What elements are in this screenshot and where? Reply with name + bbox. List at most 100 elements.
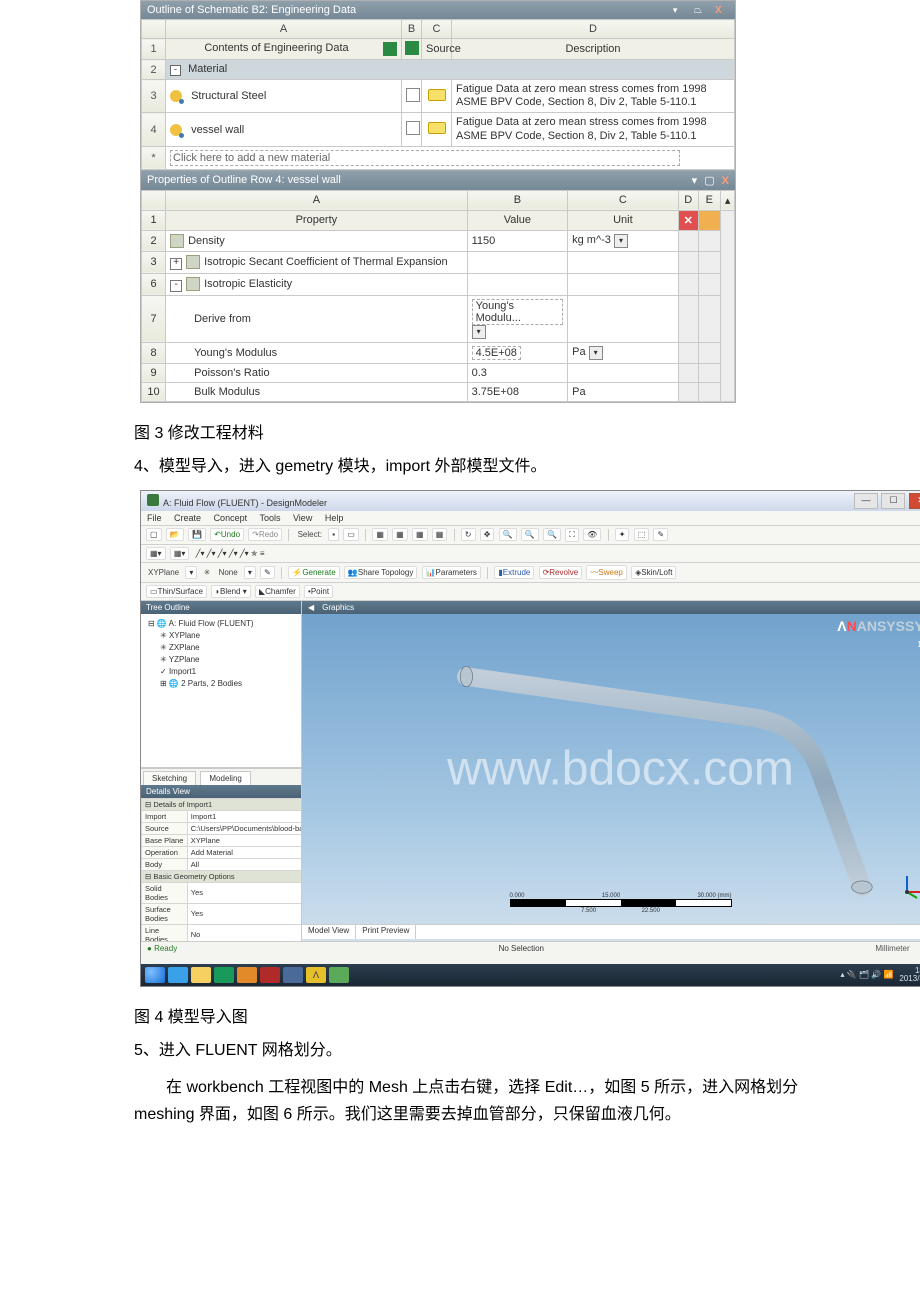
- filter-icon[interactable]: ▦: [432, 528, 448, 541]
- restore-icon[interactable]: [704, 174, 714, 187]
- table-row[interactable]: 2 Density 1150 kg m^-3 ▾: [142, 230, 735, 251]
- filter-icon[interactable]: ▦: [392, 528, 408, 541]
- rotate-icon[interactable]: ↻: [461, 528, 476, 541]
- density-value[interactable]: 1150: [467, 230, 568, 251]
- menu-tools[interactable]: Tools: [259, 513, 280, 523]
- param-amber-icon[interactable]: [698, 210, 720, 230]
- scroll-up-icon[interactable]: ▴: [720, 190, 734, 210]
- plane-select[interactable]: XYPlane: [148, 568, 179, 577]
- look-icon[interactable]: 👁: [583, 528, 601, 541]
- graphics-viewport[interactable]: ◀ Graphics www.bdocx.com: [302, 601, 920, 941]
- pcol-b[interactable]: B: [467, 190, 568, 210]
- menu-file[interactable]: File: [147, 513, 162, 523]
- tab-sketching[interactable]: Sketching: [143, 771, 196, 785]
- select-point-icon[interactable]: ▪: [328, 528, 339, 541]
- dropdown-icon[interactable]: [692, 174, 698, 187]
- bm-value[interactable]: 3.75E+08: [467, 382, 568, 401]
- material-wall[interactable]: vessel wall: [191, 124, 244, 136]
- param-x-icon[interactable]: ✕: [678, 210, 698, 230]
- taskbar-app-icon[interactable]: [283, 967, 303, 983]
- dropdown-icon[interactable]: [673, 4, 687, 16]
- dropdown-icon[interactable]: ▾: [472, 325, 486, 339]
- col-b[interactable]: B: [402, 20, 422, 39]
- sketch-icon[interactable]: ✎: [260, 566, 275, 579]
- minimize-button[interactable]: —: [854, 493, 878, 509]
- derive-value[interactable]: Young's Modulu...: [472, 299, 564, 325]
- redo-icon[interactable]: ↷Redo: [248, 528, 282, 541]
- thin-button[interactable]: ▭Thin/Surface: [146, 585, 207, 598]
- book-icon[interactable]: [428, 122, 446, 134]
- misc-icon[interactable]: ✎: [653, 528, 668, 541]
- table-row[interactable]: 7 Derive from Young's Modulu... ▾: [142, 295, 735, 342]
- sweep-button[interactable]: 〰Sweep: [586, 565, 626, 580]
- fit-icon[interactable]: ⛶: [565, 528, 579, 542]
- save-icon[interactable]: 💾: [188, 528, 206, 541]
- share-topology-button[interactable]: 👥Share Topology: [344, 566, 417, 579]
- system-tray[interactable]: ▴ 🔌 🗂 🔊 📶 18:12 2013/3/25: [840, 967, 920, 983]
- zoom-icon[interactable]: 🔍: [499, 528, 517, 541]
- close-button[interactable]: ✕: [909, 493, 920, 509]
- taskbar-ie-icon[interactable]: [168, 967, 188, 983]
- menu-help[interactable]: Help: [325, 513, 344, 523]
- maximize-button[interactable]: ☐: [881, 493, 905, 509]
- collapse-icon[interactable]: -: [170, 280, 182, 292]
- sync-icon[interactable]: [405, 41, 419, 55]
- tree-node-xy[interactable]: ✳ XYPlane: [146, 630, 296, 642]
- table-row[interactable]: 4 vessel wall Fatigue Data at zero mean …: [142, 113, 735, 146]
- zoom-icon[interactable]: 🔍: [521, 528, 539, 541]
- chamfer-button[interactable]: ◣Chamfer: [255, 585, 300, 598]
- undo-icon[interactable]: ↶Undo: [210, 528, 244, 541]
- triad-icon[interactable]: [899, 870, 920, 900]
- misc-icon[interactable]: ✦: [615, 528, 630, 541]
- menu-concept[interactable]: Concept: [214, 513, 248, 523]
- misc-icon[interactable]: ⬚: [634, 528, 650, 541]
- material-group[interactable]: - Material: [166, 60, 735, 80]
- tab-print-preview[interactable]: Print Preview: [356, 925, 416, 939]
- add-material-input[interactable]: [170, 150, 680, 166]
- checkbox[interactable]: [406, 121, 420, 135]
- pr-value[interactable]: 0.3: [467, 363, 568, 382]
- dropdown-icon[interactable]: ▾: [185, 566, 197, 579]
- pcol-a[interactable]: A: [166, 190, 468, 210]
- generate-button[interactable]: ⚡Generate: [288, 566, 339, 579]
- plane-icon[interactable]: ▦▾: [146, 547, 166, 560]
- table-row[interactable]: 9 Poisson's Ratio 0.3: [142, 363, 735, 382]
- expand-icon[interactable]: +: [170, 258, 182, 270]
- ym-value[interactable]: 4.5E+08: [472, 346, 521, 360]
- revolve-button[interactable]: ⟳Revolve: [539, 566, 583, 579]
- sketch-select[interactable]: None: [219, 568, 238, 577]
- table-row[interactable]: 3 +Isotropic Secant Coefficient of Therm…: [142, 251, 735, 273]
- select-box-icon[interactable]: ▭: [343, 528, 359, 541]
- dropdown-icon[interactable]: ▾: [244, 566, 256, 579]
- col-d[interactable]: D: [452, 20, 735, 39]
- table-row[interactable]: 3 Structural Steel Fatigue Data at zero …: [142, 80, 735, 113]
- filter-icon[interactable]: ▦: [412, 528, 428, 541]
- taskbar-app-icon[interactable]: [329, 967, 349, 983]
- col-a[interactable]: A: [166, 20, 402, 39]
- close-icon[interactable]: [715, 4, 729, 16]
- tray-icons[interactable]: ▴ 🔌 🗂 🔊 📶: [840, 970, 893, 979]
- new-icon[interactable]: ▢: [146, 528, 162, 541]
- scrollbar[interactable]: [720, 210, 734, 401]
- tree-root[interactable]: ⊟ 🌐 A: Fluid Flow (FLUENT): [146, 618, 296, 630]
- point-button[interactable]: •Point: [304, 585, 333, 598]
- taskbar-app-icon[interactable]: [214, 967, 234, 983]
- pcol-c[interactable]: C: [568, 190, 679, 210]
- unit-dropdown-icon[interactable]: ▾: [589, 346, 603, 360]
- checkbox[interactable]: [406, 88, 420, 102]
- close-icon[interactable]: [722, 175, 729, 187]
- table-row[interactable]: 10 Bulk Modulus 3.75E+08 Pa: [142, 382, 735, 401]
- tab-model-view[interactable]: Model View: [302, 925, 356, 939]
- col-c[interactable]: C: [422, 20, 452, 39]
- pcol-d[interactable]: D: [678, 190, 698, 210]
- taskbar-app-icon[interactable]: [237, 967, 257, 983]
- open-icon[interactable]: 📂: [166, 528, 184, 541]
- unit-dropdown-icon[interactable]: ▾: [614, 234, 628, 248]
- pin-icon[interactable]: [694, 4, 708, 16]
- tab-modeling[interactable]: Modeling: [200, 771, 250, 785]
- table-row[interactable]: 6 -Isotropic Elasticity: [142, 273, 735, 295]
- tree-node-zx[interactable]: ✳ ZXPlane: [146, 642, 296, 654]
- menu-view[interactable]: View: [293, 513, 312, 523]
- menu-create[interactable]: Create: [174, 513, 201, 523]
- skin-button[interactable]: ◈Skin/Loft: [631, 566, 676, 579]
